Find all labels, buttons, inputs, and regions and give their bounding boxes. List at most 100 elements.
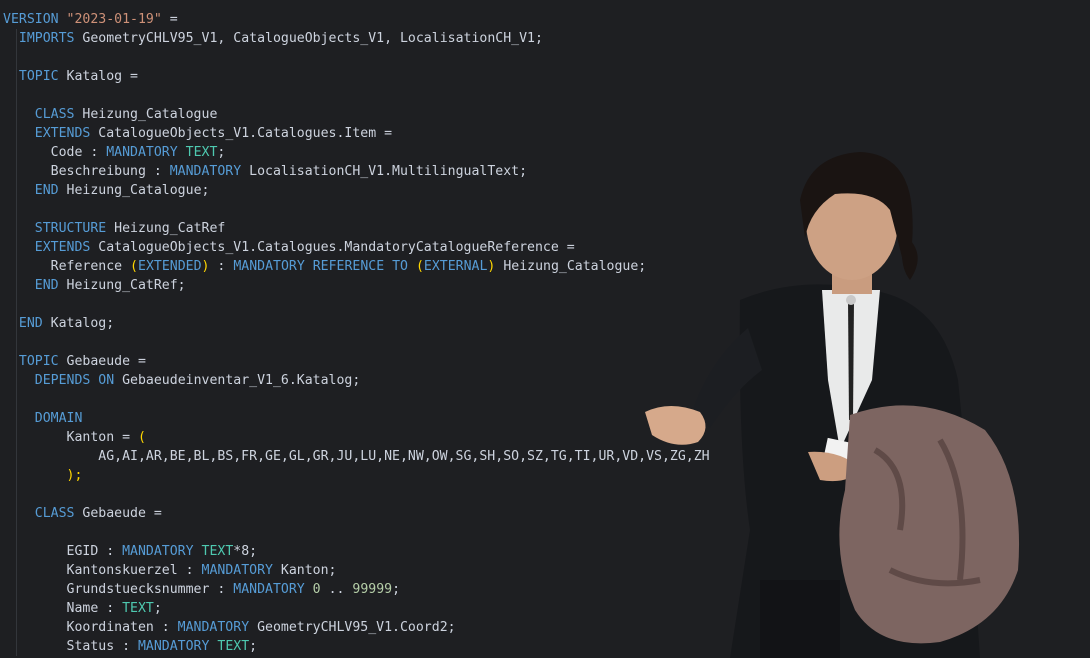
code-token: TEXT <box>185 145 218 160</box>
indent-guide <box>16 86 17 105</box>
indent-guide <box>16 105 17 124</box>
indent-guide <box>16 124 17 143</box>
indent-guide <box>16 143 17 162</box>
indent-guide <box>16 447 17 466</box>
code-token: ( <box>415 259 424 274</box>
indent-guide <box>16 181 17 200</box>
indent-guide <box>16 257 17 276</box>
code-token: = <box>161 12 178 27</box>
code-token: IMPORTS <box>18 31 75 46</box>
code-token: Kanton; <box>272 563 337 578</box>
code-token: CLASS <box>34 107 75 122</box>
code-token: EXTENDS <box>34 126 91 141</box>
code-token: Name : <box>3 601 123 616</box>
left-hand <box>645 406 706 445</box>
code-line[interactable]: IMPORTS GeometryCHLV95_V1, CatalogueObje… <box>0 29 1090 48</box>
indent-guide <box>16 618 17 637</box>
indent-guide <box>16 48 17 67</box>
folded-coat <box>839 405 1020 644</box>
code-token: Code : <box>3 145 107 160</box>
code-token: Heizung_CatRef; <box>58 278 186 293</box>
code-token: TEXT <box>122 601 154 616</box>
code-line[interactable]: CLASS Heizung_Catalogue <box>0 105 1090 124</box>
indent-guide <box>16 371 17 390</box>
indent-guide <box>16 67 17 86</box>
indent-guide <box>16 523 17 542</box>
code-line[interactable]: EXTENDS CatalogueObjects_V1.Catalogues.I… <box>0 124 1090 143</box>
indent-guide <box>16 200 17 219</box>
code-token: 99999 <box>352 582 393 597</box>
code-token: GeometryCHLV95_V1, CatalogueObjects_V1, … <box>74 31 543 46</box>
code-token: MANDATORY <box>106 145 178 160</box>
code-token: *8; <box>233 544 258 559</box>
code-line[interactable] <box>0 86 1090 105</box>
code-token: Heizung_Catalogue <box>74 107 218 122</box>
code-token: TEXT <box>217 639 250 654</box>
code-token: MANDATORY <box>169 164 242 179</box>
code-token: Heizung_Catalogue; <box>58 183 210 198</box>
indent-guide <box>16 637 17 656</box>
code-token: GeometryCHLV95_V1.Coord2; <box>249 620 456 635</box>
indent-guide <box>16 599 17 618</box>
code-token: Reference <box>3 259 131 274</box>
indent-guide <box>16 485 17 504</box>
code-token: LocalisationCH_V1.MultilingualText; <box>241 164 528 179</box>
code-token: EXTERNAL <box>423 259 488 274</box>
code-token: AG,AI,AR,BE,BL,BS,FR,GE,GL,GR,JU,LU,NE,N… <box>3 449 710 464</box>
code-token: CatalogueObjects_V1.Catalogues.Item = <box>90 126 393 141</box>
code-token: MANDATORY <box>233 582 305 597</box>
code-token: CatalogueObjects_V1.Catalogues.Mandatory… <box>90 240 575 255</box>
code-token: Gebaeude = <box>74 506 162 521</box>
code-token: DEPENDS ON <box>34 373 115 388</box>
code-token: CLASS <box>34 506 75 521</box>
code-token: Katalog; <box>42 316 115 331</box>
indent-guide <box>16 561 17 580</box>
indent-guide <box>16 219 17 238</box>
code-token: ; <box>392 582 401 597</box>
code-token: MANDATORY <box>177 620 250 635</box>
code-token: ; <box>217 145 226 160</box>
confused-man-meme-icon <box>645 152 1020 658</box>
code-token: : <box>209 259 234 274</box>
indent-guide <box>16 314 17 333</box>
indent-guide <box>16 238 17 257</box>
code-line[interactable] <box>0 48 1090 67</box>
code-token: ; <box>153 601 162 616</box>
code-token: VERSION <box>3 12 67 27</box>
code-token: EXTENDED <box>138 259 202 274</box>
bolo-tie <box>848 300 854 420</box>
indent-guide <box>16 409 17 428</box>
code-token: END <box>34 278 59 293</box>
code-token: Gebaeudeinventar_V1_6.Katalog; <box>114 373 361 388</box>
code-token: MANDATORY REFERENCE TO <box>233 259 408 274</box>
code-token: .. <box>320 582 353 597</box>
indent-guide <box>16 580 17 599</box>
code-token: MANDATORY <box>137 639 210 654</box>
indent-guide <box>16 352 17 371</box>
code-token: Beschreibung : <box>3 164 170 179</box>
code-token: END <box>18 316 43 331</box>
code-line[interactable]: TOPIC Katalog = <box>0 67 1090 86</box>
code-token: Koordinaten : <box>3 620 178 635</box>
code-token: MANDATORY <box>122 544 194 559</box>
code-token: TEXT <box>201 544 234 559</box>
code-line[interactable]: VERSION "2023-01-19" = <box>0 10 1090 29</box>
indent-guide <box>16 276 17 295</box>
indent-guide <box>16 390 17 409</box>
code-token: STRUCTURE <box>34 221 107 236</box>
indent-guide <box>16 29 17 48</box>
indent-guide <box>16 295 17 314</box>
code-token: DOMAIN <box>34 411 83 426</box>
code-token: EGID : <box>3 544 123 559</box>
